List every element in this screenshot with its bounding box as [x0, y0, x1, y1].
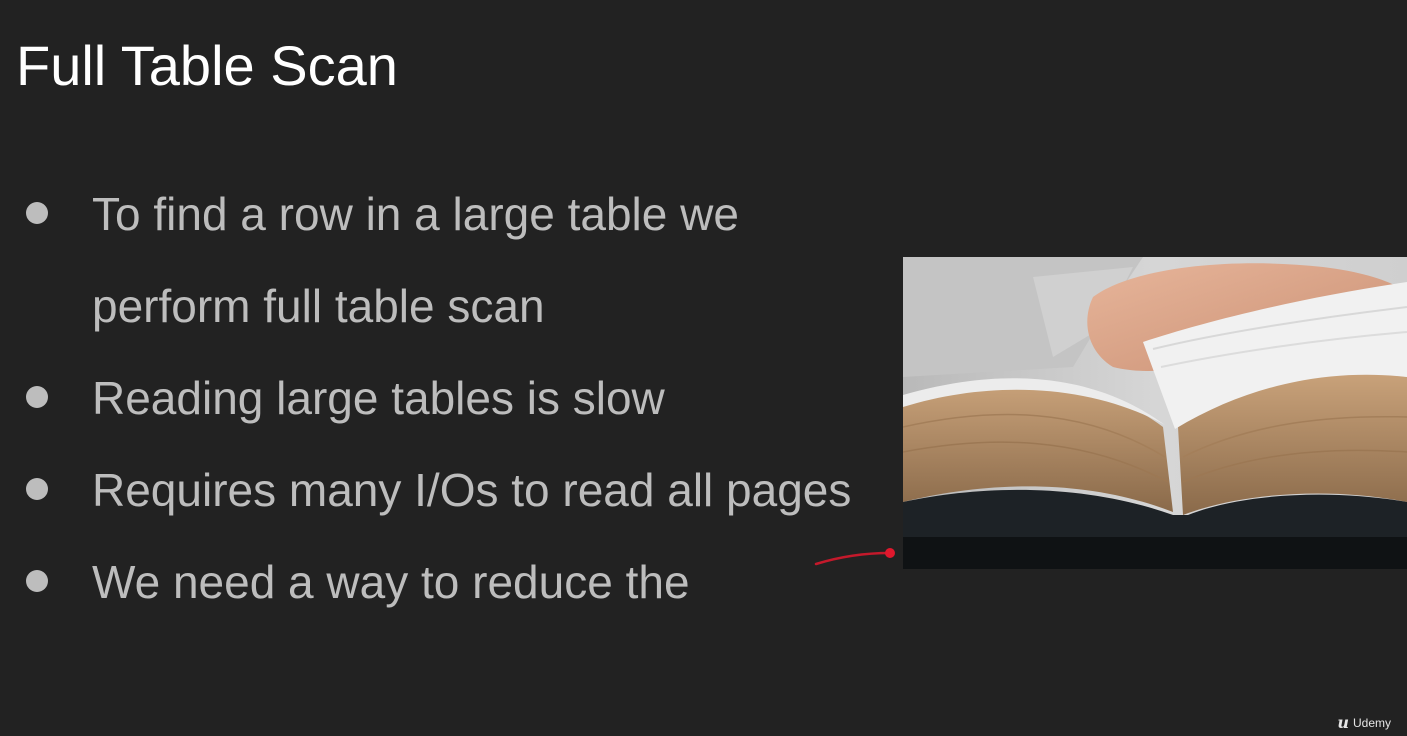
bullet-dot-icon	[26, 386, 48, 408]
bullet-list: To find a row in a large table we perfor…	[0, 168, 880, 628]
udemy-logo-icon: u	[1337, 713, 1349, 732]
watermark-brand: Udemy	[1352, 715, 1391, 730]
open-book-photo	[903, 257, 1407, 569]
slide-title: Full Table Scan	[16, 34, 398, 97]
bullet-item: Reading large tables is slow	[0, 352, 880, 444]
bullet-item: To find a row in a large table we perfor…	[0, 168, 880, 352]
presentation-slide: Full Table Scan To find a row in a large…	[0, 0, 1407, 736]
bullet-dot-icon	[26, 570, 48, 592]
bullet-dot-icon	[26, 202, 48, 224]
open-book-photo-icon	[903, 257, 1407, 569]
bullet-text: Requires many I/Os to read all pages	[92, 464, 852, 516]
laser-pointer-icon	[814, 548, 895, 566]
udemy-watermark: u Udemy	[1337, 713, 1391, 732]
bullet-text: Reading large tables is slow	[92, 372, 665, 424]
bullet-text: We need a way to reduce the	[92, 556, 690, 608]
bullet-dot-icon	[26, 478, 48, 500]
bullet-item: We need a way to reduce the	[0, 536, 880, 628]
bullet-text: To find a row in a large table we perfor…	[92, 188, 739, 332]
bullet-item: Requires many I/Os to read all pages	[0, 444, 880, 536]
